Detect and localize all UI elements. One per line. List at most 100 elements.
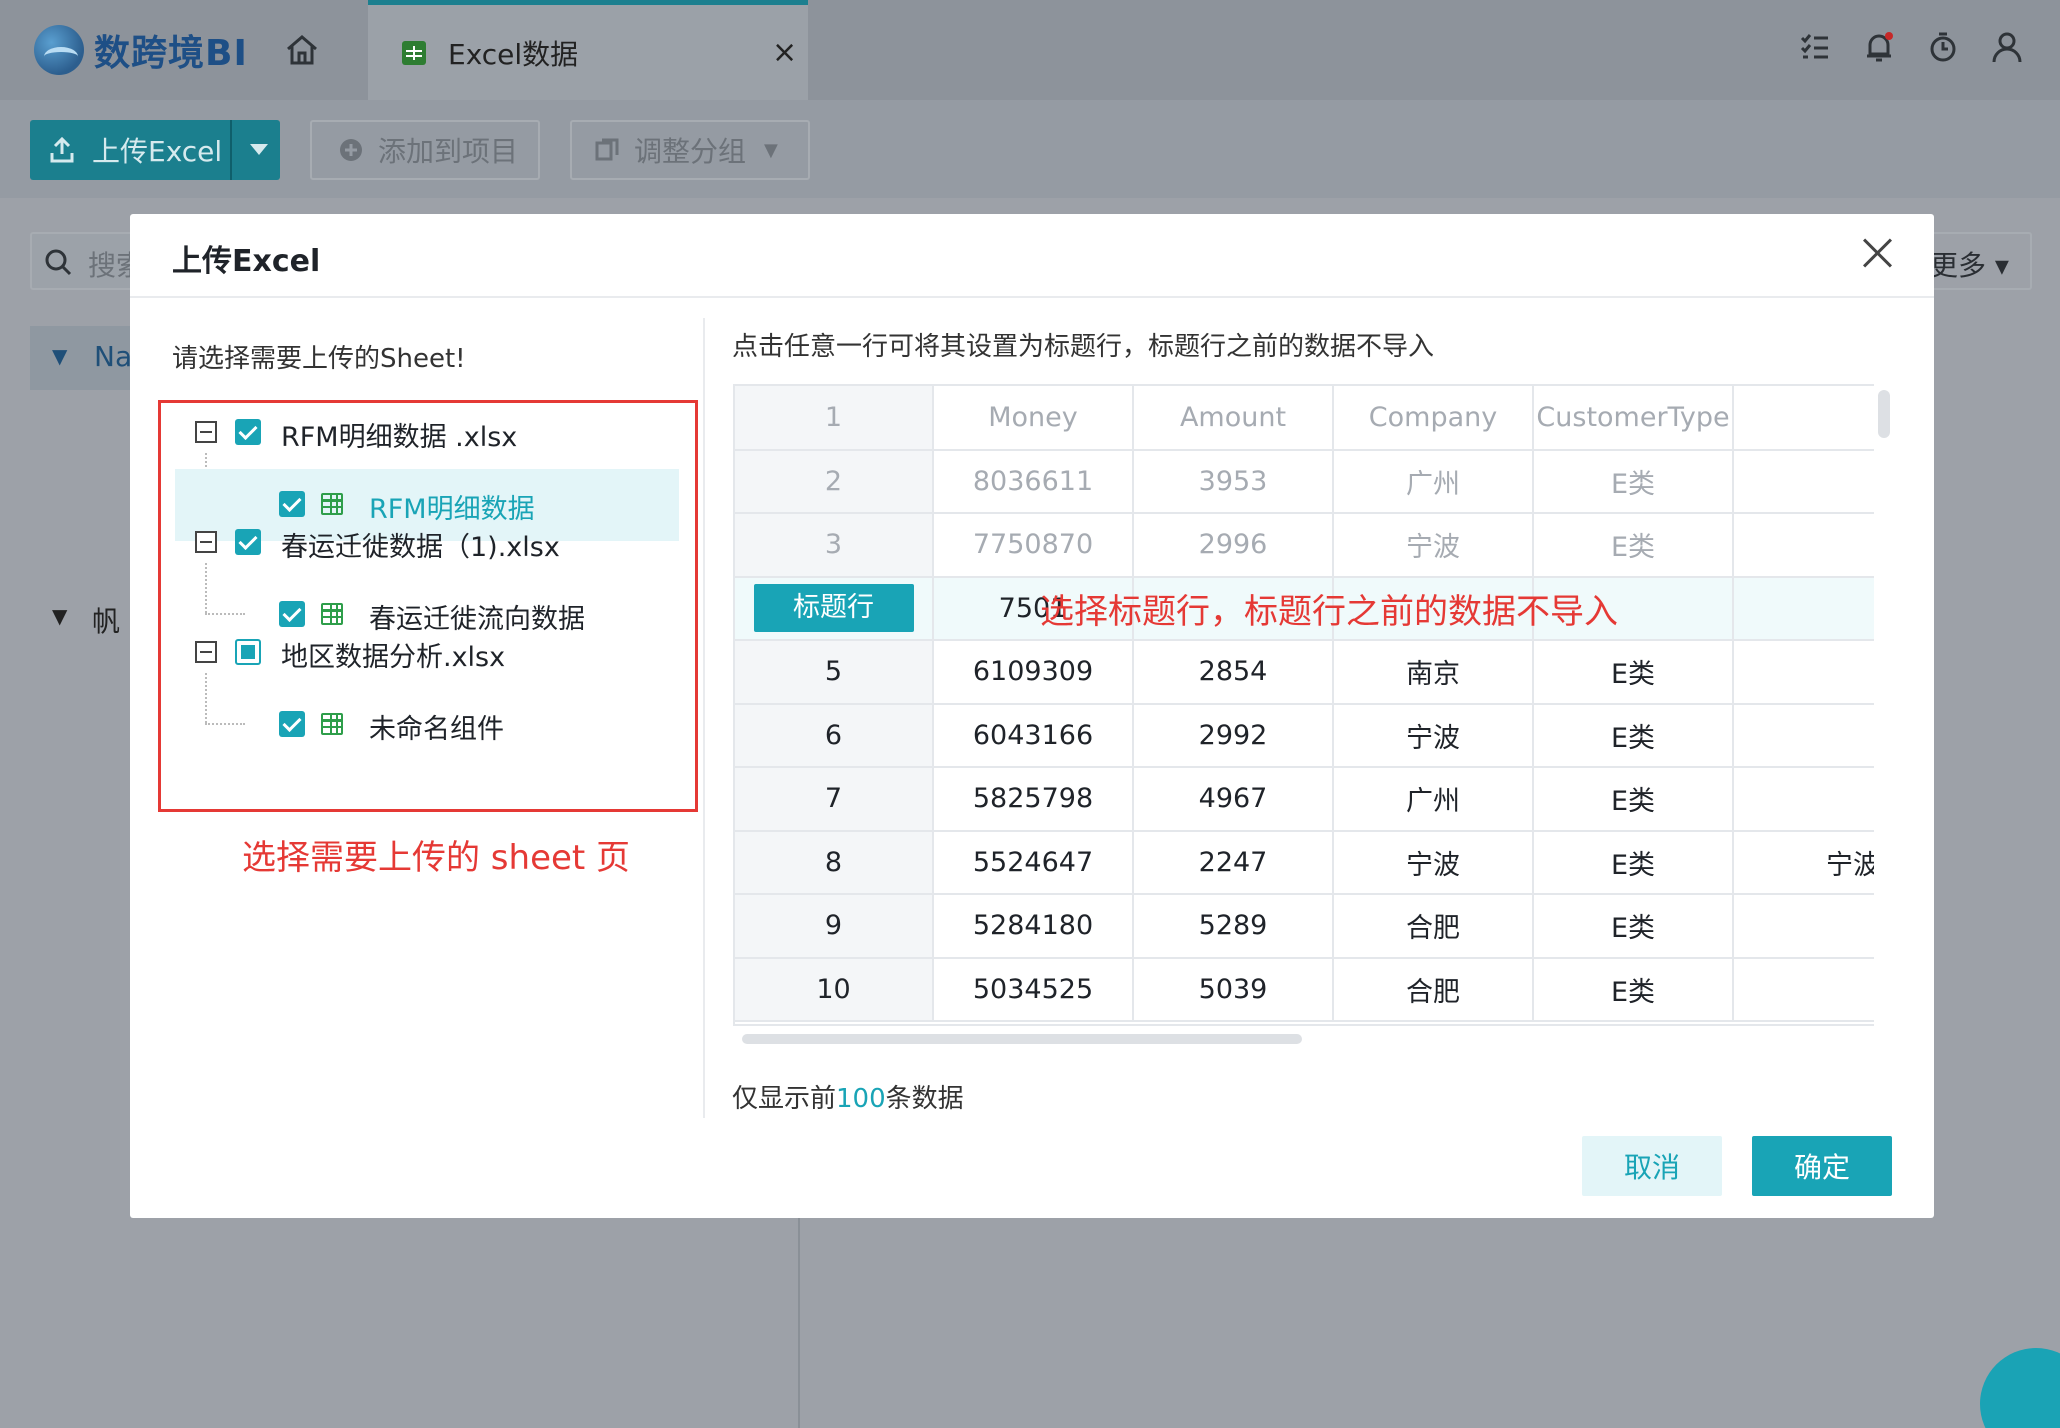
table-cell: 5034525 [933,957,1134,1022]
row-index: 标题行 [735,576,934,641]
tree-sheet-unnamed[interactable]: 未命名组件 [161,689,695,761]
caret-down-icon: ▼ [52,604,68,628]
bell-icon[interactable] [1862,30,1896,64]
table-cell: 6109309 [933,640,1134,705]
chat-support-icon[interactable] [1980,1348,2060,1428]
row-index: 2 [735,449,934,514]
add-to-project-button[interactable]: 添加到项目 [310,120,540,180]
split-divider [230,120,232,180]
table-row[interactable]: 758257984967广州E类广州 [735,767,1874,832]
table-cell: 宁波 [1333,703,1534,768]
task-list-icon[interactable] [1798,30,1832,64]
table-cell: 5284180 [933,894,1134,959]
table-cell: E类 [1533,830,1734,895]
data-preview-grid[interactable]: 1 Money Amount Company CustomerType 2 8036611 3… [733,384,1874,1026]
table-cell: 2996 [1133,513,1334,578]
annotation-select-header-row: 选择标题行，标题行之前的数据不导入 [1040,592,1618,632]
tree-file-region[interactable]: 地区数据分析.xlsx [161,617,695,689]
dialog-title: 上传Excel [172,244,321,279]
collapse-icon[interactable] [195,641,217,663]
table-cell: Money [933,386,1134,451]
row-index: 8 [735,830,934,895]
tab-close-icon[interactable]: × [772,35,797,70]
table-cell: 2854 [1133,640,1334,705]
tree-file-rfm[interactable]: RFM明细数据 .xlsx [161,397,695,469]
table-row[interactable]: 280366113953广州E类广 [735,449,1874,514]
adjust-group-label: 调整分组 [634,135,747,168]
checkbox-checked[interactable] [235,529,261,555]
upload-excel-dialog: 上传Excel 请选择需要上传的Sheet! RFM明细数据 .xlsx RFM… [130,214,1934,1218]
close-icon[interactable] [1862,238,1892,268]
row-index: 5 [735,640,934,705]
collapse-icon[interactable] [195,421,217,443]
table-cell: 武汉 [1733,513,1874,578]
checkbox-checked[interactable] [279,711,305,737]
table-cell: Company [1333,386,1534,451]
table-cell: Amount [1133,386,1334,451]
toolbar: 上传Excel 添加到项目 调整分组 ▼ [0,100,2060,198]
horizontal-scrollbar[interactable] [742,1034,1302,1044]
table-cell: 5524647 [933,830,1134,895]
table-cell: 6043166 [933,703,1134,768]
sheet-icon [321,713,343,735]
collapse-icon[interactable] [195,531,217,553]
chevron-down-icon: ▼ [764,139,778,161]
table-cell: 5825798 [933,767,1134,832]
tab-excel-data[interactable]: Excel数据 × [368,0,808,100]
table-row[interactable]: 561093092854南京E类南 [735,640,1874,705]
chevron-down-icon[interactable] [250,144,268,155]
user-icon[interactable] [1990,30,2024,64]
table-row[interactable]: 855246472247宁波E类宁波金诚 [735,830,1874,895]
table-cell: 合肥 [1333,894,1534,959]
table-cell: 4967 [1133,767,1334,832]
copy-icon [595,138,619,161]
table-cell: 合肥 [1733,957,1874,1022]
table-cell: 2992 [1133,703,1334,768]
vertical-scrollbar[interactable] [1878,390,1890,438]
tree-item-label: 地区数据分析.xlsx [281,642,506,673]
tree-item-label: 春运迁徙数据（1).xlsx [281,532,560,563]
tree-item-label: 未命名组件 [369,714,504,745]
more-label: 更多 ▾ [1930,249,2009,282]
upload-icon [50,136,74,163]
table-cell: E类 [1533,449,1734,514]
plus-circle-icon [340,139,362,161]
more-dropdown[interactable]: 更多 ▾ [1920,232,2032,290]
table-row[interactable]: 1 Money Amount Company CustomerType [735,386,1874,451]
table-row[interactable]: 660431662992宁波E类武汉 [735,703,1874,768]
table-cell: E类 [1533,767,1734,832]
table-cell: 武汉 [1733,703,1874,768]
table-cell: 合肥 [1733,894,1874,959]
app-logo[interactable]: 数跨境BI [34,24,248,76]
confirm-button[interactable]: 确定 [1752,1136,1892,1196]
preview-table: 1 Money Amount Company CustomerType 2 8036611 3… [735,386,1874,1022]
logo-mark-icon [34,25,84,75]
home-icon[interactable] [282,30,322,70]
dialog-header: 上传Excel [130,214,1934,298]
sheet-tree-highlight: RFM明细数据 .xlsx RFM明细数据 春运迁徙数据（1).xlsx 春运迁… [158,400,698,812]
table-row[interactable]: 1050345255039合肥E类合肥 [735,957,1874,1022]
tree-file-migration[interactable]: 春运迁徙数据（1).xlsx [161,507,695,579]
table-cell: 合肥 [1333,957,1534,1022]
row-index: 1 [735,386,934,451]
row-index: 3 [735,513,934,578]
row-index: 7 [735,767,934,832]
upload-excel-button[interactable]: 上传Excel [30,120,280,180]
tree-item-label-bg: Na [94,340,133,373]
table-cell: E类 [1533,640,1734,705]
table-cell: 宁波 [1333,513,1534,578]
timer-icon[interactable] [1926,30,1960,64]
table-cell: 宁波金诚 [1733,830,1874,895]
table-cell: 5039 [1133,957,1334,1022]
cancel-button[interactable]: 取消 [1582,1136,1722,1196]
table-cell: E类 [1533,957,1734,1022]
panel-divider [703,318,705,1118]
checkbox-partial[interactable] [235,639,261,665]
tree-item-bg[interactable]: ▼ Na [30,326,140,390]
table-row[interactable]: 952841805289合肥E类合肥 [735,894,1874,959]
checkbox-checked[interactable] [235,419,261,445]
adjust-group-button[interactable]: 调整分组 ▼ [570,120,810,180]
top-bar: 数跨境BI Excel数据 × [0,0,2060,100]
row-index: 9 [735,894,934,959]
table-row[interactable]: 377508702996宁波E类武汉 [735,513,1874,578]
